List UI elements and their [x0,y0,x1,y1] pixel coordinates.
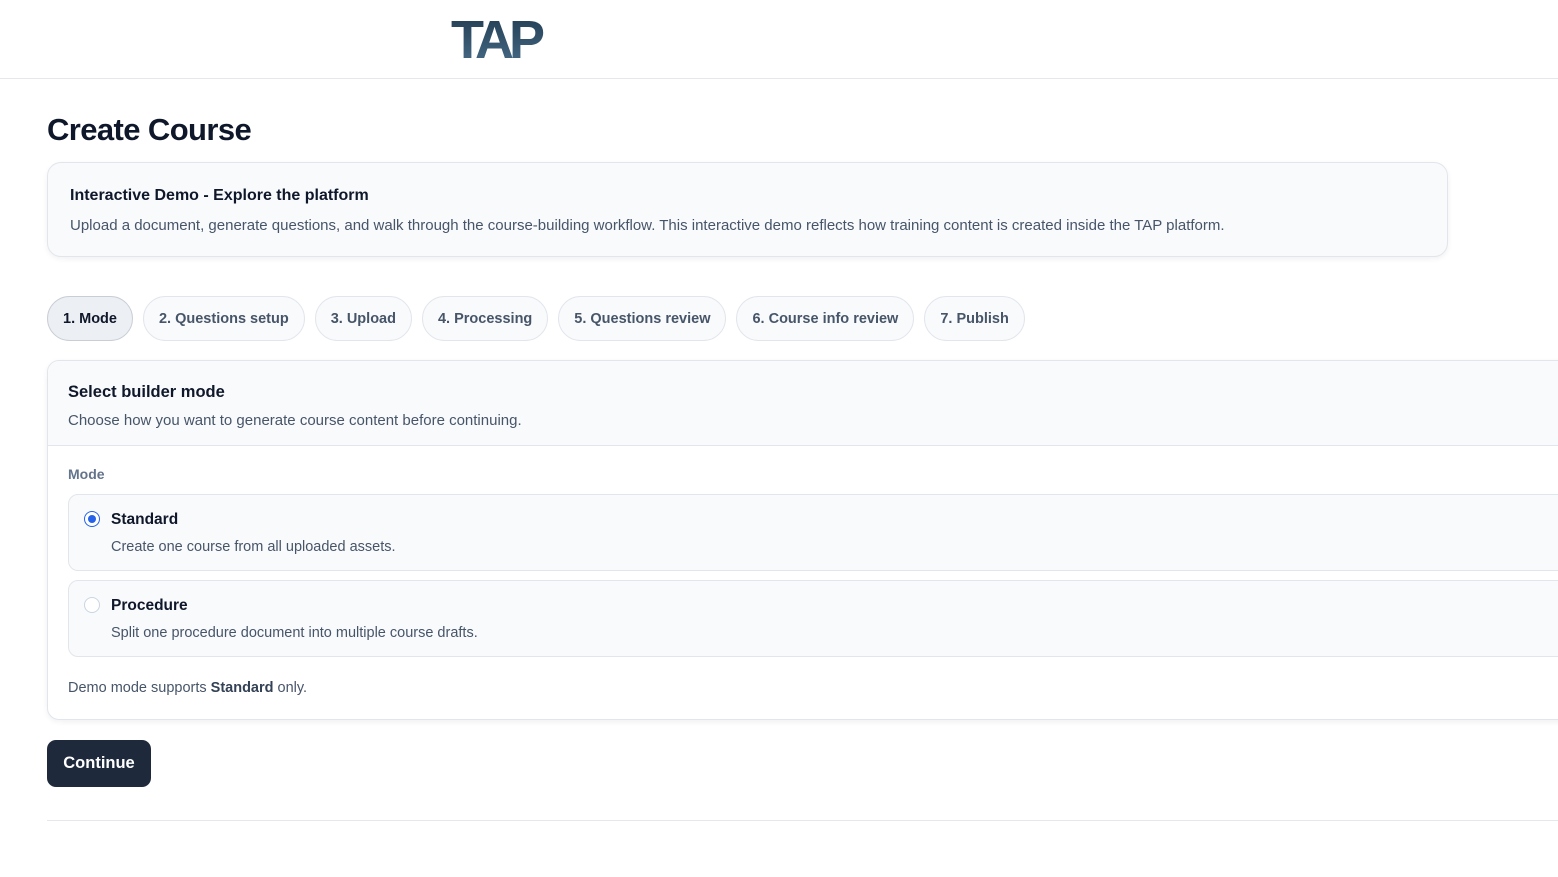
step-tabs: 1. Mode 2. Questions setup 3. Upload 4. … [47,296,1025,341]
top-bar: TAP [0,0,1558,79]
demo-info-banner: Interactive Demo - Explore the platform … [47,162,1448,257]
step-tab-mode[interactable]: 1. Mode [47,296,133,341]
mode-option-procedure[interactable]: Procedure Split one procedure document i… [68,580,1558,657]
step-tab-publish[interactable]: 7. Publish [924,296,1025,341]
option-title: Procedure [111,597,188,614]
step-tab-course-info-review[interactable]: 6. Course info review [736,296,915,341]
demo-mode-note: Demo mode supports Standard only. [68,680,307,696]
option-description: Split one procedure document into multip… [111,625,478,641]
option-title: Standard [111,511,179,528]
standard-radio[interactable] [84,511,100,527]
page-title: Create Course [47,112,252,147]
builder-mode-card: Select builder mode Choose how you want … [47,360,1558,720]
procedure-radio[interactable] [84,597,100,613]
card-subtitle: Choose how you want to generate course c… [68,412,522,429]
mode-field-label: Mode [68,466,105,482]
step-tab-questions-review[interactable]: 5. Questions review [558,296,727,341]
note-suffix: only. [273,680,308,696]
mode-option-standard[interactable]: Standard Create one course from all uplo… [68,494,1558,571]
step-tab-processing[interactable]: 4. Processing [421,296,549,341]
card-title: Select builder mode [68,383,225,401]
note-prefix: Demo mode supports [68,680,211,696]
step-tab-questions-setup[interactable]: 2. Questions setup [142,296,305,341]
note-bold: Standard [210,680,274,696]
continue-button[interactable]: Continue [47,740,151,787]
banner-title: Interactive Demo - Explore the platform [70,187,369,204]
step-tab-upload[interactable]: 3. Upload [314,296,412,341]
tap-logo[interactable]: TAP [449,12,573,64]
card-header: Select builder mode Choose how you want … [48,361,1558,446]
banner-description: Upload a document, generate questions, a… [70,217,1225,234]
svg-text:TAP: TAP [451,12,544,64]
option-description: Create one course from all uploaded asse… [111,539,396,555]
divider [47,820,1558,821]
